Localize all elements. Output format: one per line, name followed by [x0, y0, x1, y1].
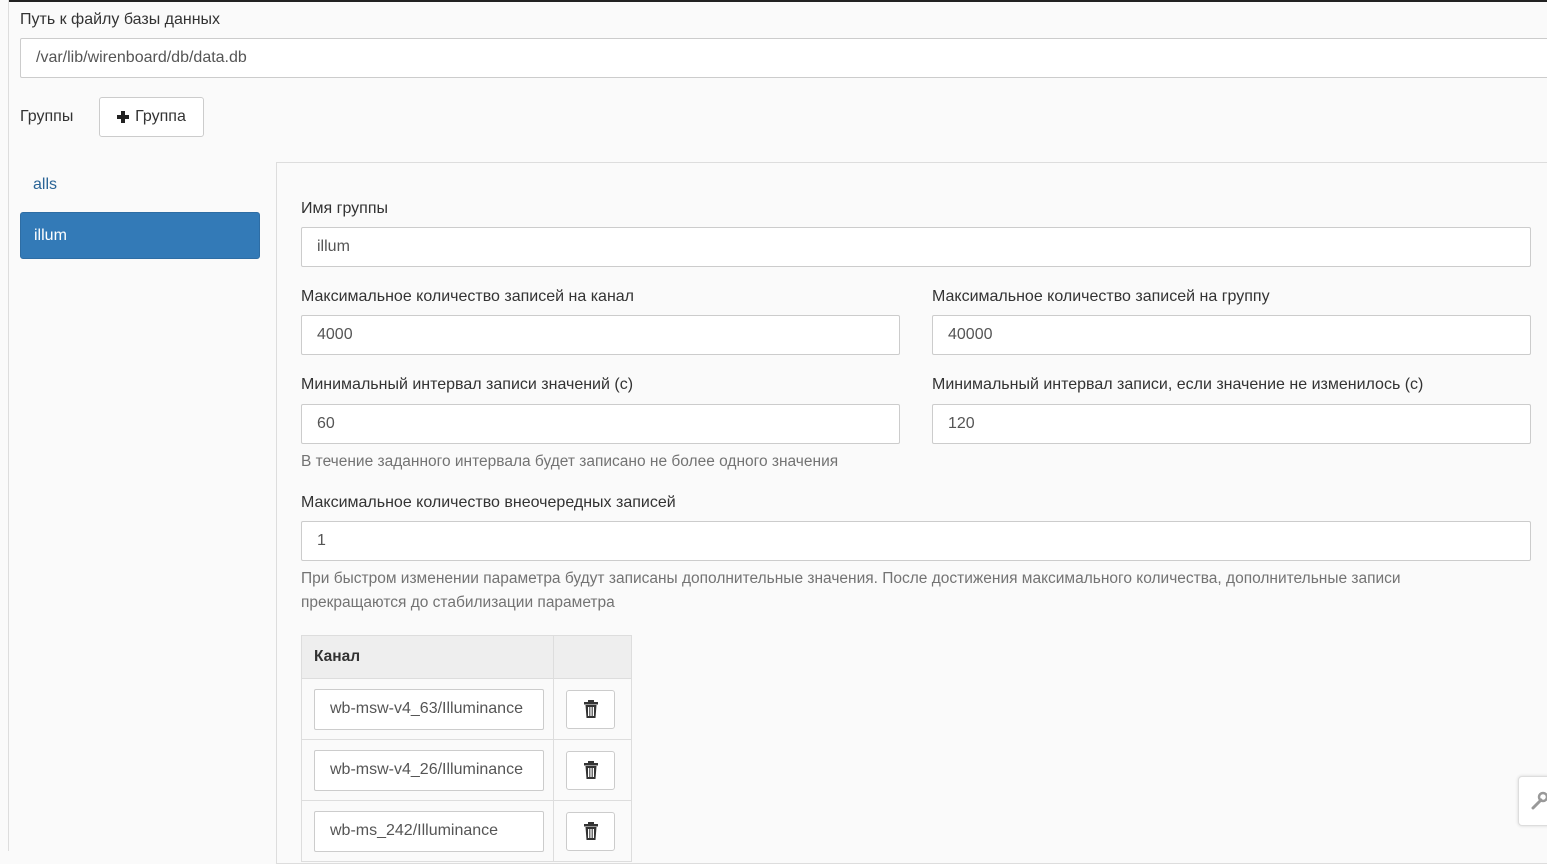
trash-icon	[583, 761, 598, 779]
top-border	[8, 0, 1547, 2]
min-interval-unchanged-label: Минимальный интервал записи, если значен…	[932, 376, 1424, 393]
channel-input[interactable]: wb-ms_242/Illuminance	[314, 810, 544, 852]
db-path-input[interactable]: /var/lib/wirenboard/db/data.db	[20, 38, 1547, 78]
min-interval-label: Минимальный интервал записи значений (с)	[301, 376, 634, 393]
max-records-group-input[interactable]: 40000	[932, 315, 1531, 355]
group-item-alls[interactable]: alls	[20, 164, 260, 206]
plus-icon	[117, 111, 130, 123]
group-item-label: alls	[33, 176, 58, 193]
groups-label: Группы	[20, 108, 74, 125]
min-interval-input[interactable]: 60	[301, 404, 900, 444]
max-unchanged-input[interactable]: 1	[301, 521, 1531, 561]
delete-channel-button[interactable]	[566, 811, 616, 851]
table-row: wb-msw-v4_26/Illuminance	[300, 739, 632, 801]
group-name-input[interactable]: illum	[301, 227, 1531, 267]
table-row: wb-ms_242/Illuminance	[300, 800, 632, 862]
trash-icon	[583, 822, 598, 840]
group-item-label: illum	[34, 226, 67, 244]
channel-input[interactable]: wb-msw-v4_26/Illuminance	[314, 749, 544, 791]
table-row: wb-msw-v4_63/Illuminance	[300, 678, 632, 740]
channel-column-header: Канал	[300, 635, 555, 679]
max-unchanged-help-line1: При быстром изменении параметра будут за…	[301, 570, 1401, 587]
max-records-channel-input[interactable]: 4000	[301, 315, 900, 355]
trash-icon	[583, 700, 598, 718]
min-interval-help: В течение заданного интервала будет запи…	[301, 453, 839, 470]
settings-tool-button[interactable]	[1518, 776, 1547, 826]
channels-table: Канал wb-msw-v4_63/Illuminance wb-msw-v4…	[300, 635, 632, 862]
group-name-label: Имя группы	[301, 200, 388, 217]
max-unchanged-help-line2: прекращаются до стабилизации параметра	[301, 594, 615, 611]
group-item-illum[interactable]: illum	[20, 212, 260, 259]
channel-input[interactable]: wb-msw-v4_63/Illuminance	[314, 688, 544, 730]
add-group-button[interactable]: Группа	[99, 97, 204, 137]
delete-channel-button[interactable]	[566, 689, 616, 729]
db-path-label: Путь к файлу базы данных	[20, 11, 221, 28]
max-unchanged-label: Максимальное количество внеочередных зап…	[301, 494, 676, 511]
wrench-icon	[1531, 791, 1547, 810]
min-interval-unchanged-input[interactable]: 120	[932, 404, 1531, 444]
table-header-row: Канал	[300, 635, 632, 679]
actions-column-header	[553, 635, 632, 679]
max-records-channel-label: Максимальное количество записей на канал	[301, 288, 635, 305]
left-border	[8, 0, 9, 851]
max-records-group-label: Максимальное количество записей на групп…	[932, 288, 1270, 305]
delete-channel-button[interactable]	[566, 750, 616, 790]
add-group-button-label: Группа	[135, 108, 186, 125]
